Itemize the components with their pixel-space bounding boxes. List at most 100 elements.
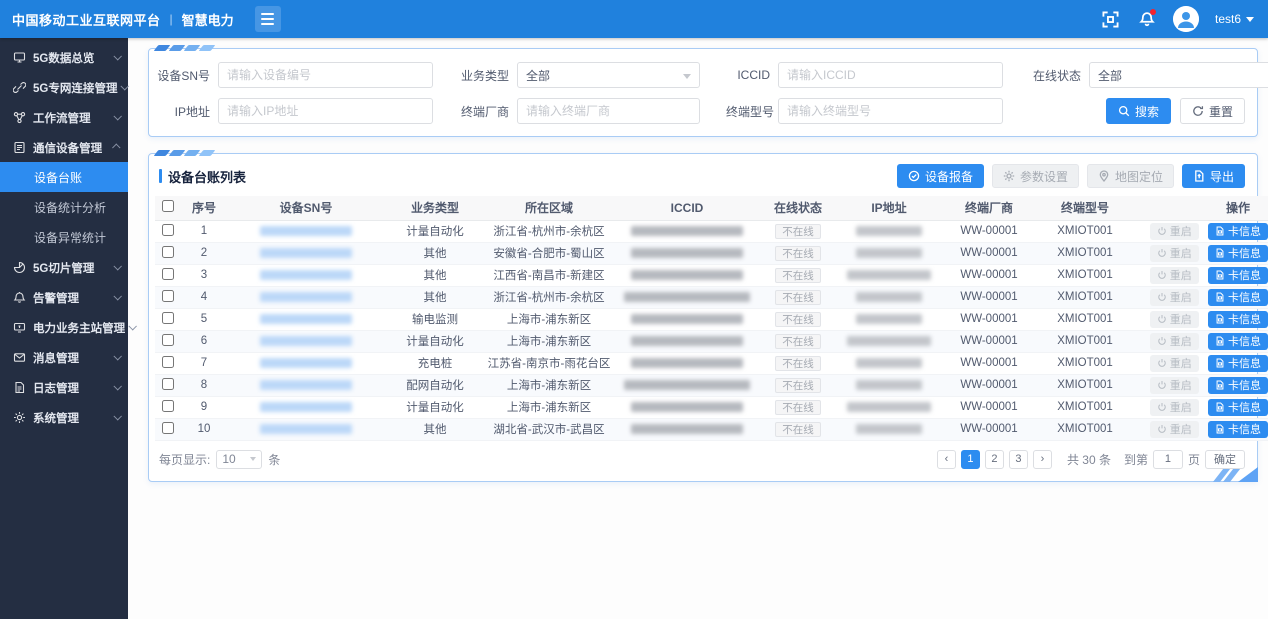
row-checkbox[interactable] [162,268,174,280]
iccid-input[interactable] [778,62,1003,88]
table-header-row: 序号 设备SN号 业务类型 所在区域 ICCID 在线状态 IP地址 终端厂商 … [155,196,1268,220]
row-region: 安徽省-合肥市-蜀山区 [485,242,613,264]
goto-page-input[interactable] [1153,450,1183,469]
select-all-checkbox[interactable] [162,200,174,212]
device-report-button[interactable]: 设备报备 [897,164,984,188]
vendor-input[interactable] [517,98,700,124]
card-info-button[interactable]: 卡信息 [1208,223,1268,240]
row-checkbox[interactable] [162,400,174,412]
page-size-select[interactable]: 10 [216,450,262,469]
sidebar-item-message-mgmt[interactable]: 消息管理 [0,342,128,372]
card-info-button[interactable]: 卡信息 [1208,267,1268,284]
card-info-button[interactable]: 卡信息 [1208,421,1268,438]
row-model: XMIOT001 [1035,374,1135,396]
row-checkbox[interactable] [162,246,174,258]
row-checkbox[interactable] [162,378,174,390]
param-settings-button[interactable]: 参数设置 [992,164,1079,188]
chevron-down-icon [113,292,121,300]
status-badge: 不在线 [775,224,821,239]
sidebar-item-5g-data-overview[interactable]: 5G数据总览 [0,42,128,72]
card-info-button[interactable]: 卡信息 [1208,311,1268,328]
user-avatar[interactable] [1173,6,1199,32]
sidebar-item-log-mgmt[interactable]: 日志管理 [0,372,128,402]
restart-button[interactable]: 重启 [1150,223,1199,240]
sidebar-item-power-master-station[interactable]: 电力业务主站管理 [0,312,128,342]
chevron-down-icon [250,457,256,461]
sim-card-icon [1215,270,1225,280]
notifications-bell-icon[interactable] [1137,9,1157,29]
sidebar-item-workflow[interactable]: 工作流管理 [0,102,128,132]
card-info-button[interactable]: 卡信息 [1208,377,1268,394]
online-status-label: 在线状态 [1029,67,1089,84]
sidebar-item-5g-network-connect[interactable]: 5G专网连接管理 [0,72,128,102]
device-sn-redacted [260,336,352,346]
row-checkbox[interactable] [162,356,174,368]
chevron-down-icon [113,262,121,270]
restart-button[interactable]: 重启 [1150,377,1199,394]
user-menu[interactable]: test6 [1215,12,1254,26]
sidebar-subitem-device-anomaly[interactable]: 设备异常统计 [0,222,128,252]
row-checkbox[interactable] [162,224,174,236]
model-label: 终端型号 [726,103,778,120]
search-button[interactable]: 搜索 [1106,98,1171,124]
row-index: 8 [181,374,227,396]
restart-button[interactable]: 重启 [1150,399,1199,416]
sidebar-subitem-device-statistics[interactable]: 设备统计分析 [0,192,128,222]
card-info-button[interactable]: 卡信息 [1208,355,1268,372]
device-sn-input[interactable] [218,62,433,88]
sidebar-subitem-device-ledger[interactable]: 设备台账 [0,162,128,192]
sim-card-icon [1215,336,1225,346]
next-page-button[interactable]: › [1033,450,1052,469]
restart-button[interactable]: 重启 [1150,289,1199,306]
restart-button[interactable]: 重启 [1150,245,1199,262]
card-info-button[interactable]: 卡信息 [1208,399,1268,416]
sidebar-item-system-mgmt[interactable]: 系统管理 [0,402,128,432]
prev-page-button[interactable]: ‹ [937,450,956,469]
sidebar-item-5g-slice-mgmt[interactable]: 5G切片管理 [0,252,128,282]
table-row: 4 其他 浙江省-杭州市-余杭区 不在线 WW-00001 XMIOT001 重… [155,286,1268,308]
business-type-select[interactable]: 全部 [517,62,700,88]
app-subtitle: 智慧电力 [182,10,234,29]
row-checkbox[interactable] [162,334,174,346]
card-info-button[interactable]: 卡信息 [1208,333,1268,350]
reset-button[interactable]: 重置 [1180,98,1245,124]
device-sn-redacted [260,292,352,302]
restart-button[interactable]: 重启 [1150,421,1199,438]
map-locate-button[interactable]: 地图定位 [1087,164,1174,188]
sidebar-item-alarm-mgmt[interactable]: 告警管理 [0,282,128,312]
restart-button[interactable]: 重启 [1150,333,1199,350]
sidebar: 5G数据总览 5G专网连接管理 工作流管理 通信设备管理 设备台账 设备统计分析… [0,38,128,619]
device-sn-redacted [260,270,352,280]
chevron-down-icon [683,74,691,79]
page-size-unit: 条 [268,451,280,468]
ip-input[interactable] [218,98,433,124]
card-info-button[interactable]: 卡信息 [1208,289,1268,306]
status-badge: 不在线 [775,334,821,349]
goto-suffix: 页 [1188,451,1200,468]
online-status-select[interactable]: 全部 [1089,62,1268,88]
device-sn-redacted [260,314,352,324]
row-checkbox[interactable] [162,290,174,302]
restart-button[interactable]: 重启 [1150,355,1199,372]
table-row: 3 其他 江西省-南昌市-新建区 不在线 WW-00001 XMIOT001 重… [155,264,1268,286]
fullscreen-icon[interactable] [1101,9,1121,29]
export-button[interactable]: 导出 [1182,164,1245,188]
row-model: XMIOT001 [1035,396,1135,418]
restart-button[interactable]: 重启 [1150,267,1199,284]
page-button-2[interactable]: 2 [985,450,1004,469]
row-region: 浙江省-杭州市-余杭区 [485,286,613,308]
restart-button[interactable]: 重启 [1150,311,1199,328]
row-model: XMIOT001 [1035,286,1135,308]
sim-card-icon [1215,292,1225,302]
card-info-button[interactable]: 卡信息 [1208,245,1268,262]
menu-toggle-button[interactable] [255,6,281,32]
sidebar-item-comm-device-mgmt[interactable]: 通信设备管理 [0,132,128,162]
row-vendor: WW-00001 [943,220,1035,242]
model-input[interactable] [778,98,1003,124]
row-vendor: WW-00001 [943,308,1035,330]
table-row: 2 其他 安徽省-合肥市-蜀山区 不在线 WW-00001 XMIOT001 重… [155,242,1268,264]
row-checkbox[interactable] [162,312,174,324]
row-checkbox[interactable] [162,422,174,434]
page-button-1[interactable]: 1 [961,450,980,469]
page-button-3[interactable]: 3 [1009,450,1028,469]
